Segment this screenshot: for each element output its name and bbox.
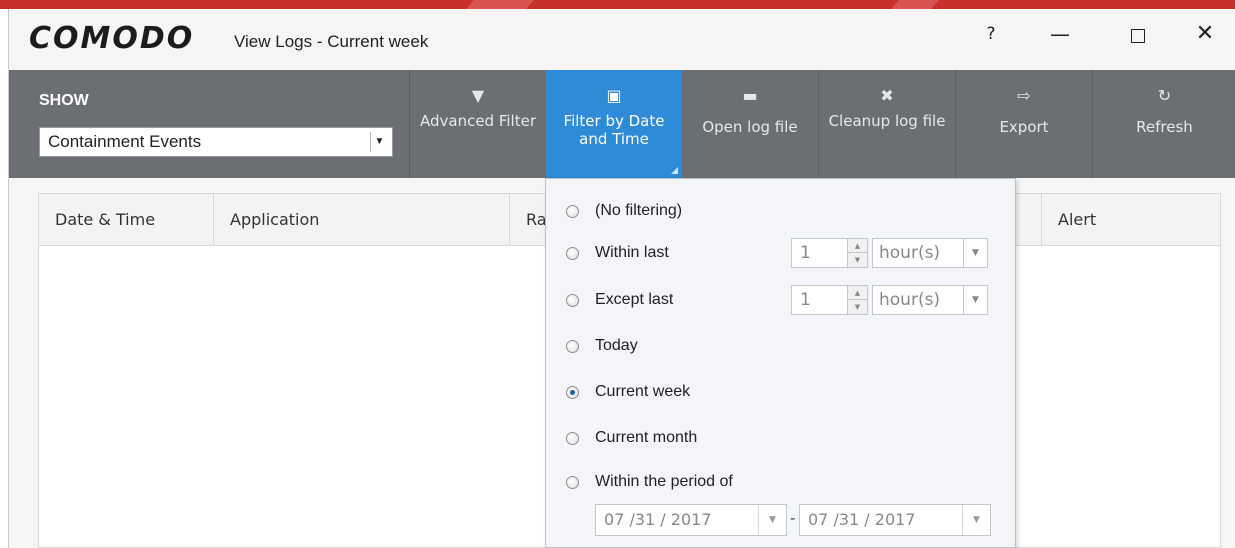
comodo-logo: COMODO bbox=[29, 21, 195, 56]
cleanup-log-file-button[interactable]: ✖ Cleanup log file bbox=[819, 70, 955, 178]
period-separator: - bbox=[790, 510, 796, 527]
minimize-button[interactable]: — bbox=[1040, 19, 1080, 51]
maximize-icon bbox=[1131, 28, 1145, 43]
period-to-date[interactable]: 07 /31 / 2017 ▼ bbox=[799, 504, 991, 536]
except-last-value-stepper[interactable]: 1 ▲ ▼ bbox=[791, 285, 868, 315]
export-button[interactable]: ⇨ Export bbox=[956, 70, 1092, 178]
filter-by-date-button[interactable]: ▣ Filter by Date and Time bbox=[546, 70, 682, 178]
radio-icon[interactable] bbox=[566, 340, 579, 353]
dropdown-arrow-icon[interactable]: ▼ bbox=[963, 286, 987, 314]
dropdown-arrow-icon[interactable]: ▼ bbox=[370, 132, 388, 152]
calendar-icon: ▣ bbox=[606, 86, 622, 105]
spinner-icon[interactable]: ▲ ▼ bbox=[847, 239, 867, 267]
help-button[interactable]: ? bbox=[971, 19, 1011, 51]
advanced-filter-label: Advanced Filter bbox=[419, 112, 536, 130]
cleanup-log-file-label: Cleanup log file bbox=[828, 112, 946, 130]
dropdown-arrow-icon[interactable]: ▼ bbox=[963, 239, 987, 267]
dropdown-arrow-icon[interactable]: ▼ bbox=[962, 505, 990, 535]
maximize-button[interactable] bbox=[1118, 19, 1158, 51]
filter-by-date-label: Filter by Date and Time bbox=[563, 112, 665, 148]
show-label: SHOW bbox=[39, 92, 89, 109]
open-log-file-label: Open log file bbox=[702, 118, 798, 136]
export-icon: ⇨ bbox=[1017, 86, 1031, 105]
within-last-unit-select[interactable]: hour(s) ▼ bbox=[872, 238, 988, 268]
x-icon: ✖ bbox=[880, 86, 894, 105]
refresh-label: Refresh bbox=[1136, 118, 1193, 136]
period-from-date[interactable]: 07 /31 / 2017 ▼ bbox=[595, 504, 787, 536]
toolbar: SHOW Containment Events ▼ ▼ Advanced Fil… bbox=[9, 70, 1235, 178]
dropdown-arrow-icon[interactable]: ▼ bbox=[758, 505, 786, 535]
refresh-button[interactable]: ↻ Refresh bbox=[1093, 70, 1235, 178]
refresh-icon: ↻ bbox=[1157, 86, 1172, 105]
export-label: Export bbox=[999, 118, 1049, 136]
title-bar: COMODO View Logs - Current week ? — ✕ bbox=[9, 9, 1235, 70]
open-log-file-button[interactable]: ▬ Open log file bbox=[682, 70, 818, 178]
date-filter-panel: (No filtering) Within last 1 ▲ ▼ hour(s) … bbox=[545, 178, 1016, 548]
funnel-icon: ▼ bbox=[471, 86, 485, 105]
window-title: View Logs - Current week bbox=[234, 32, 429, 51]
column-date-time[interactable]: Date & Time bbox=[39, 194, 214, 246]
folder-icon: ▬ bbox=[742, 86, 758, 105]
within-last-value-stepper[interactable]: 1 ▲ ▼ bbox=[791, 238, 868, 268]
except-last-unit-select[interactable]: hour(s) ▼ bbox=[872, 285, 988, 315]
log-type-select[interactable]: Containment Events ▼ bbox=[39, 127, 393, 157]
advanced-filter-button[interactable]: ▼ Advanced Filter bbox=[410, 70, 546, 178]
top-red-banner bbox=[0, 0, 1235, 9]
radio-icon[interactable] bbox=[566, 294, 579, 307]
radio-icon[interactable] bbox=[566, 476, 579, 489]
column-alert[interactable]: Alert bbox=[1042, 194, 1220, 246]
column-application[interactable]: Application bbox=[214, 194, 510, 246]
spinner-icon[interactable]: ▲ ▼ bbox=[847, 286, 867, 314]
radio-icon[interactable] bbox=[566, 247, 579, 260]
close-button[interactable]: ✕ bbox=[1185, 19, 1225, 51]
log-type-value: Containment Events bbox=[48, 132, 202, 151]
radio-icon[interactable] bbox=[566, 432, 579, 445]
radio-selected-icon[interactable] bbox=[566, 386, 579, 399]
radio-icon[interactable] bbox=[566, 205, 579, 218]
